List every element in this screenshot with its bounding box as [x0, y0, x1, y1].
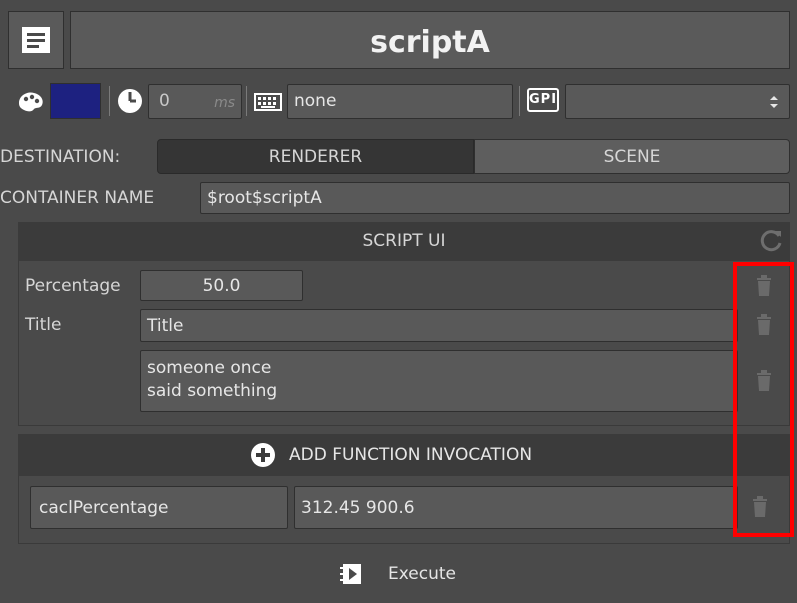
hotkey-value: none	[294, 91, 337, 111]
field-label-percentage: Percentage	[25, 276, 121, 296]
document-icon	[21, 26, 51, 54]
refresh-icon[interactable]	[758, 228, 784, 254]
separator	[109, 86, 110, 116]
keyboard-icon	[254, 93, 282, 111]
hotkey-input[interactable]: none	[287, 84, 513, 119]
title-value: Title	[147, 316, 184, 336]
script-ui-header: SCRIPT UI	[18, 222, 790, 261]
separator	[519, 86, 520, 116]
multiline-input[interactable]: someone once said something	[140, 350, 738, 412]
execute-label: Execute	[388, 564, 456, 584]
execute-icon	[340, 561, 366, 587]
multiline-line-1: someone once	[147, 358, 272, 378]
title-input[interactable]: Title	[140, 309, 738, 342]
delay-input[interactable]: 0 ms	[148, 84, 242, 119]
gpi-icon: GPI	[527, 88, 559, 112]
separator	[246, 86, 247, 116]
add-function-label: ADD FUNCTION INVOCATION	[289, 445, 533, 465]
destination-label: DESTINATION:	[0, 147, 121, 167]
field-label-title: Title	[25, 315, 62, 335]
tab-scene[interactable]: SCENE	[474, 139, 790, 174]
gpi-label: GPI	[529, 92, 558, 107]
script-title-field[interactable]: scriptA	[70, 11, 790, 69]
updown-arrows-icon	[769, 95, 779, 109]
container-name-value: $root$scriptA	[207, 188, 322, 208]
palette-icon	[16, 89, 46, 113]
gpi-select[interactable]	[565, 84, 790, 119]
container-name-input[interactable]: $root$scriptA	[200, 182, 790, 214]
header-doc-icon-box[interactable]	[8, 11, 64, 69]
function-args-input[interactable]: 312.45 900.6	[294, 486, 738, 529]
percentage-input[interactable]: 50.0	[140, 270, 303, 301]
clock-icon	[115, 86, 145, 116]
percentage-value: 50.0	[202, 276, 241, 296]
execute-button[interactable]: Execute	[340, 560, 470, 590]
delay-unit: ms	[214, 95, 235, 111]
tab-renderer-label: RENDERER	[268, 147, 363, 167]
function-name-input[interactable]: caclPercentage	[30, 486, 288, 529]
plus-circle-icon	[250, 442, 276, 468]
page-title: scriptA	[370, 25, 490, 60]
add-function-button[interactable]: ADD FUNCTION INVOCATION	[18, 434, 790, 476]
tab-scene-label: SCENE	[603, 147, 661, 167]
container-name-label: CONTAINER NAME	[0, 188, 155, 208]
script-ui-title: SCRIPT UI	[362, 231, 446, 251]
function-name-value: caclPercentage	[39, 498, 169, 518]
delay-value: 0	[159, 91, 170, 111]
multiline-line-2: said something	[147, 381, 278, 401]
highlight-box	[733, 262, 794, 537]
function-args-value: 312.45 900.6	[301, 498, 415, 518]
color-swatch[interactable]	[50, 83, 101, 119]
tab-renderer[interactable]: RENDERER	[157, 139, 474, 174]
